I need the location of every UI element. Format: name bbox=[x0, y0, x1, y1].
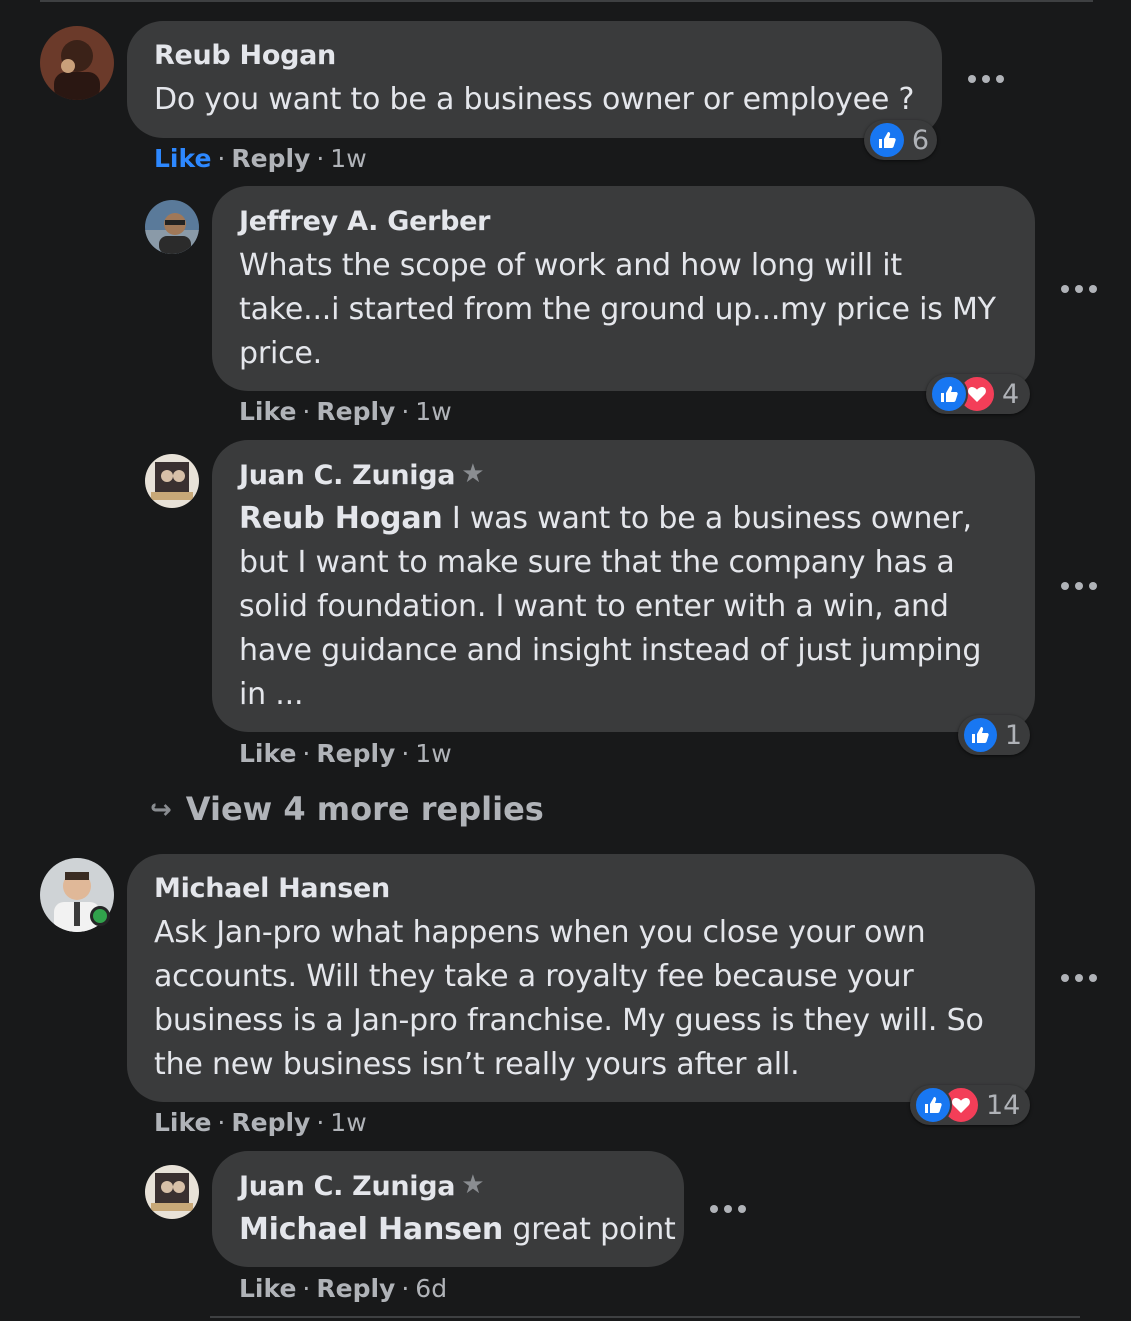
avatar-jeffrey-gerber[interactable] bbox=[145, 200, 199, 254]
divider-bottom bbox=[210, 1316, 1080, 1318]
separator-dot: · bbox=[217, 144, 226, 173]
separator-dot: · bbox=[401, 397, 410, 426]
more-options-icon[interactable] bbox=[1061, 279, 1097, 299]
like-reaction-icon bbox=[962, 716, 999, 754]
comment-body: great point bbox=[503, 1212, 676, 1247]
reaction-summary[interactable]: 14 bbox=[910, 1085, 1030, 1125]
online-status-indicator bbox=[90, 906, 110, 926]
comment-author[interactable]: Juan C. Zuniga ★ bbox=[239, 459, 485, 491]
comment-timestamp[interactable]: 1w bbox=[415, 397, 451, 426]
separator-dot: · bbox=[316, 144, 325, 173]
mention-link[interactable]: Michael Hansen bbox=[239, 1212, 503, 1247]
separator-dot: · bbox=[316, 1108, 325, 1137]
comment-author[interactable]: Reub Hogan bbox=[154, 40, 336, 71]
author-name: Juan C. Zuniga bbox=[239, 460, 456, 491]
separator-dot: · bbox=[302, 397, 311, 426]
like-reaction-icon bbox=[868, 121, 906, 159]
like-button[interactable]: Like bbox=[154, 1108, 211, 1137]
top-fan-star-icon: ★ bbox=[461, 1170, 485, 1200]
reaction-count: 4 bbox=[1002, 378, 1020, 410]
reply-arrow-icon: ↪ bbox=[150, 795, 172, 825]
reaction-summary[interactable]: 4 bbox=[926, 374, 1030, 414]
comment-actions: Like · Reply · 1w bbox=[154, 144, 367, 173]
author-name: Juan C. Zuniga bbox=[239, 1171, 456, 1202]
comment-timestamp[interactable]: 1w bbox=[415, 739, 451, 768]
comment-timestamp[interactable]: 6d bbox=[415, 1274, 447, 1303]
comment-text: Michael Hansen great point bbox=[239, 1208, 679, 1252]
reaction-summary[interactable]: 6 bbox=[864, 120, 937, 160]
reply-button[interactable]: Reply bbox=[231, 1108, 310, 1137]
view-more-replies-link[interactable]: ↪ View 4 more replies bbox=[150, 790, 544, 828]
avatar-reub-hogan[interactable] bbox=[40, 26, 114, 100]
like-button[interactable]: Like bbox=[239, 1274, 296, 1303]
reaction-count: 1 bbox=[1004, 719, 1022, 751]
separator-dot: · bbox=[401, 739, 410, 768]
avatar-juan-zuniga[interactable] bbox=[145, 1165, 199, 1219]
comment-author[interactable]: Jeffrey A. Gerber bbox=[239, 206, 490, 237]
like-reaction-icon bbox=[914, 1086, 952, 1124]
like-reaction-icon bbox=[930, 375, 968, 413]
separator-dot: · bbox=[401, 1274, 410, 1303]
divider-top bbox=[40, 0, 1093, 2]
comment-text: Ask Jan-pro what happens when you close … bbox=[154, 915, 984, 1082]
comment-text: Do you want to be a business owner or em… bbox=[154, 82, 915, 117]
comment-actions: Like · Reply · 1w bbox=[239, 397, 452, 426]
avatar-juan-zuniga[interactable] bbox=[145, 454, 199, 508]
comment-author[interactable]: Juan C. Zuniga ★ bbox=[239, 1170, 485, 1202]
like-button[interactable]: Like bbox=[239, 739, 296, 768]
comment-actions: Like · Reply · 1w bbox=[154, 1108, 367, 1137]
comment-timestamp[interactable]: 1w bbox=[330, 144, 366, 173]
more-options-icon[interactable] bbox=[1061, 576, 1097, 596]
more-options-icon[interactable] bbox=[968, 69, 1004, 89]
comment-text: Whats the scope of work and how long wil… bbox=[239, 248, 996, 371]
more-options-icon[interactable] bbox=[1061, 968, 1097, 988]
separator-dot: · bbox=[217, 1108, 226, 1137]
comment-author[interactable]: Michael Hansen bbox=[154, 873, 390, 904]
reply-button[interactable]: Reply bbox=[316, 397, 395, 426]
reaction-count: 6 bbox=[911, 124, 929, 156]
comment-actions: Like · Reply · 1w bbox=[239, 739, 452, 768]
view-more-replies-label: View 4 more replies bbox=[185, 790, 544, 828]
separator-dot: · bbox=[302, 1274, 311, 1303]
more-options-icon[interactable] bbox=[710, 1199, 746, 1219]
reaction-summary[interactable]: 1 bbox=[958, 715, 1030, 755]
reaction-count: 14 bbox=[986, 1089, 1021, 1121]
reply-button[interactable]: Reply bbox=[316, 1274, 395, 1303]
comment-text: Reub Hogan I was want to be a business o… bbox=[239, 497, 1009, 717]
reply-button[interactable]: Reply bbox=[231, 144, 310, 173]
like-button[interactable]: Like bbox=[154, 144, 211, 173]
mention-link[interactable]: Reub Hogan bbox=[239, 501, 443, 536]
comment-timestamp[interactable]: 1w bbox=[330, 1108, 366, 1137]
top-fan-star-icon: ★ bbox=[461, 459, 485, 489]
like-button[interactable]: Like bbox=[239, 397, 296, 426]
reply-button[interactable]: Reply bbox=[316, 739, 395, 768]
separator-dot: · bbox=[302, 739, 311, 768]
comment-actions: Like · Reply · 6d bbox=[239, 1274, 447, 1303]
